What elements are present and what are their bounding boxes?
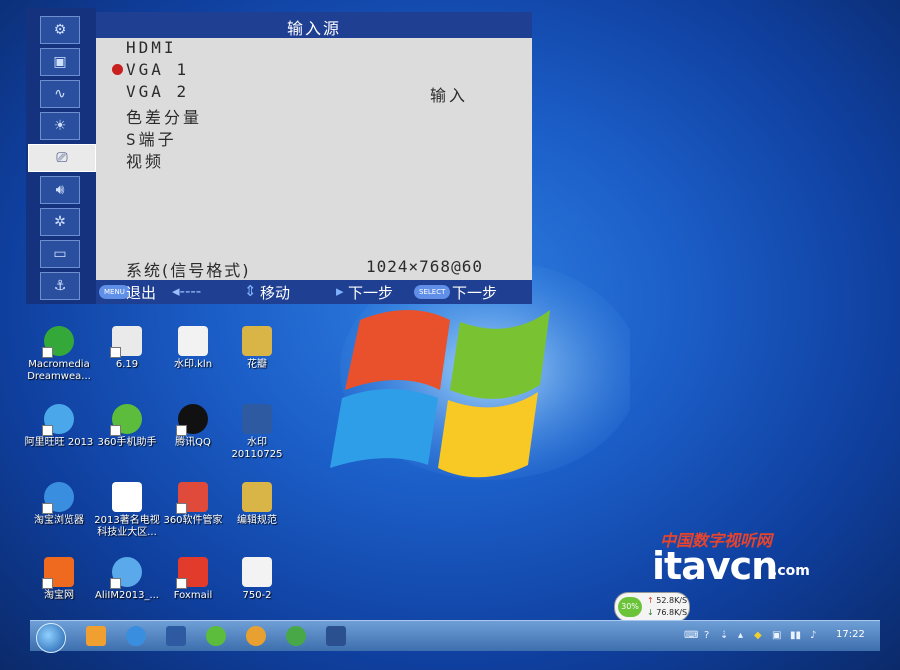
- desktop-icon-qq[interactable]: 腾讯QQ: [158, 404, 228, 449]
- photoshop-icon[interactable]: [166, 626, 186, 646]
- desktop-icon-aliwangwang[interactable]: 阿里旺旺 2013: [24, 404, 94, 449]
- speaker-icon[interactable]: 🔊︎: [40, 176, 80, 204]
- selected-indicator-icon: [112, 64, 123, 75]
- watermark-com: .com: [772, 563, 810, 579]
- network-speed-widget[interactable]: 30% 52.8K/S 76.8K/S: [614, 592, 690, 622]
- osd-title-bar: 输入源: [96, 12, 532, 38]
- osd-item-video[interactable]: 视频: [126, 148, 164, 172]
- desktop-icon-360-phone[interactable]: 360手机助手: [92, 404, 162, 449]
- folder-icon: [242, 482, 272, 512]
- system-signal-label: 系统(信号格式): [126, 261, 251, 280]
- dreamweaver-icon: [42, 326, 74, 358]
- window-icon[interactable]: [326, 626, 346, 646]
- folder-icon: [242, 326, 272, 356]
- 360-phone-icon: [110, 404, 142, 436]
- qq-penguin-icon: [176, 404, 208, 436]
- osd-item-vga2[interactable]: VGA 2: [126, 82, 189, 101]
- osd-item-vga1[interactable]: VGA 1: [126, 60, 189, 79]
- speed-percent: 30%: [618, 597, 642, 617]
- taobao-icon: [42, 557, 74, 589]
- desktop-icon-750-2[interactable]: 750-2: [222, 557, 292, 602]
- monitor-icon[interactable]: ▭: [40, 240, 80, 268]
- help-icon[interactable]: ?: [704, 630, 709, 641]
- desktop-icon-folder-2[interactable]: 编辑规范: [222, 482, 292, 527]
- browser-2-icon[interactable]: [286, 626, 306, 646]
- volume-icon[interactable]: ♪: [810, 630, 816, 641]
- gear-icon[interactable]: ⚙: [40, 16, 80, 44]
- move-hint: 移动: [260, 284, 291, 302]
- desktop-icon-aliim[interactable]: AliIM2013_...: [92, 557, 162, 602]
- anchor-icon[interactable]: ⚓: [40, 272, 80, 300]
- kln-file-icon: [178, 326, 208, 356]
- picture-icon[interactable]: ▣: [40, 48, 80, 76]
- osd-hint-bar: MENU 退出 ◂---- ⇕ 移动 ▸ 下一步 SELECT 下一步: [96, 280, 532, 304]
- aliim-icon: [110, 557, 142, 589]
- start-button[interactable]: [36, 623, 66, 653]
- foxmail-icon: [176, 557, 208, 589]
- document-icon: [242, 557, 272, 587]
- browser-icon: [42, 482, 74, 514]
- projector-icon[interactable]: ⎚: [28, 144, 96, 172]
- desktop-icon-word-doc[interactable]: 2013著名电视科技业大区...: [92, 482, 162, 539]
- next-hint-select: 下一步: [452, 284, 498, 302]
- desktop-icon-watermark-kln[interactable]: 水印.kln: [158, 326, 228, 371]
- system-signal-value: 1024×768@60: [366, 257, 483, 276]
- watermark-en: itavcn: [652, 544, 778, 588]
- osd-menu-panel: HDMI VGA 1 VGA 2 色差分量 S端子 视频 输入 系统(信号格式)…: [96, 38, 532, 280]
- left-hint: ◂----: [172, 282, 202, 300]
- input-label: 输入: [430, 86, 469, 105]
- osd-item-hdmi[interactable]: HDMI: [126, 38, 177, 57]
- ie-icon[interactable]: [126, 626, 146, 646]
- text-file-icon: [110, 326, 142, 358]
- wave-icon[interactable]: ∿: [40, 80, 80, 108]
- network-icon[interactable]: ▮▮: [790, 630, 801, 641]
- osd-title: 输入源: [286, 19, 341, 38]
- clock[interactable]: 17:22: [836, 629, 865, 640]
- taskbar: ⌨ ? ⇣ ▴ ◆ ▣ ▮▮ ♪ 17:22: [30, 620, 880, 653]
- brightness-icon[interactable]: ☀: [40, 112, 80, 140]
- desktop-icon-taobao-browser[interactable]: 淘宝浏览器: [24, 482, 94, 527]
- desktop: ⚙ ▣ ∿ ☀ ⎚ 🔊︎ ✲ ▭ ⚓ 输入源 HDMI VGA 1 VGA 2 …: [0, 0, 900, 670]
- osd-item-component[interactable]: 色差分量: [126, 104, 202, 128]
- settings-icon[interactable]: ✲: [40, 208, 80, 236]
- osd-item-svideo[interactable]: S端子: [126, 126, 177, 150]
- desktop-icon-taobao[interactable]: 淘宝网: [24, 557, 94, 602]
- exit-hint: 退出: [126, 284, 157, 302]
- word-doc-icon: [112, 482, 142, 512]
- 360-software-icon: [176, 482, 208, 514]
- download-speed: 76.8K/S: [647, 608, 687, 617]
- chrome-icon[interactable]: [246, 626, 266, 646]
- next-hint: 下一步: [348, 284, 394, 302]
- updown-arrow-icon: ⇕: [244, 282, 257, 300]
- ime-icon[interactable]: ⇣: [720, 630, 728, 641]
- upload-speed: 52.8K/S: [647, 596, 687, 605]
- desktop-icon-6-19[interactable]: 6.19: [92, 326, 162, 371]
- aliwangwang-icon: [42, 404, 74, 436]
- osd-sidebar: ⚙ ▣ ∿ ☀ ⎚ 🔊︎ ✲ ▭ ⚓: [26, 8, 96, 304]
- photo-app-icon[interactable]: [86, 626, 106, 646]
- desktop-icon-psd[interactable]: 水印 20110725: [222, 404, 292, 461]
- 360-icon[interactable]: [206, 626, 226, 646]
- right-arrow-icon: ▸: [336, 282, 344, 300]
- psd-file-icon: [242, 404, 272, 434]
- device-icon[interactable]: ▣: [772, 630, 781, 641]
- desktop-icon-360-software[interactable]: 360软件管家: [158, 482, 228, 527]
- desktop-icon-foxmail[interactable]: Foxmail: [158, 557, 228, 602]
- tray-arrow-icon[interactable]: ▴: [738, 630, 743, 641]
- desktop-icon-dreamweaver[interactable]: Macromedia Dreamwea...: [24, 326, 94, 383]
- desktop-icon-folder-1[interactable]: 花瓣: [222, 326, 292, 371]
- keyboard-icon[interactable]: ⌨: [684, 630, 698, 641]
- security-icon[interactable]: ◆: [754, 630, 762, 641]
- select-key-pill: SELECT: [414, 285, 451, 299]
